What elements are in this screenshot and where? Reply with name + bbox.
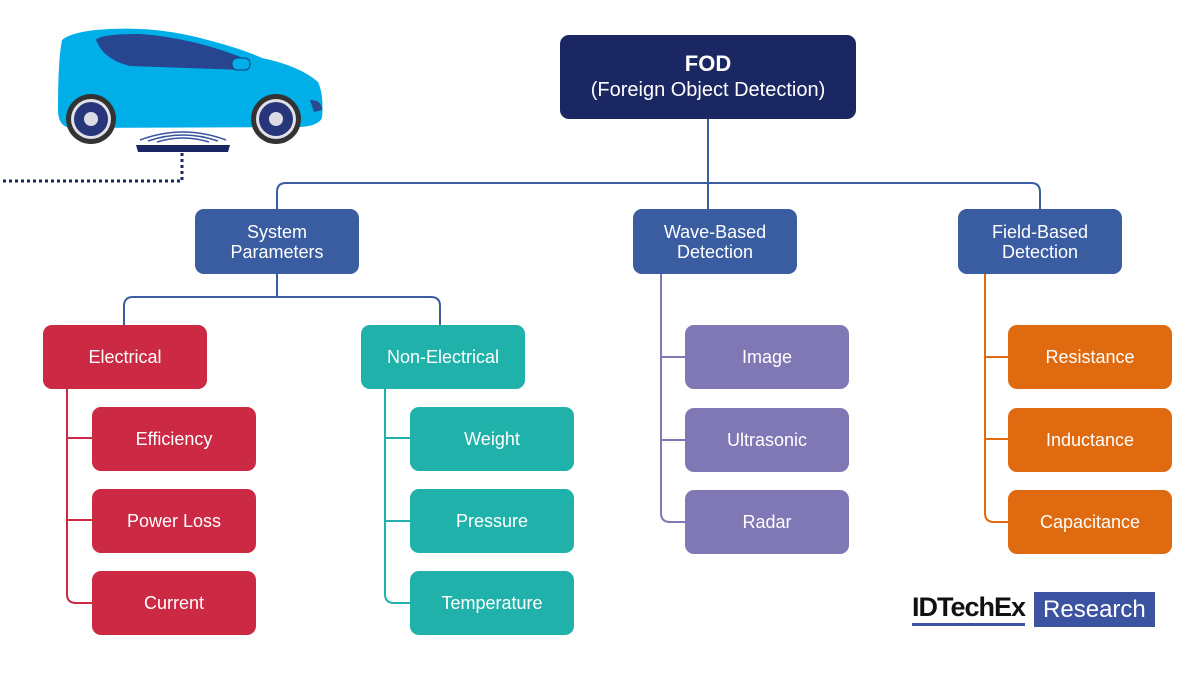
subgroup-non-electrical: Non-Electrical xyxy=(361,325,525,389)
leaf-pressure: Pressure xyxy=(410,489,574,553)
root-node-fod: FOD (Foreign Object Detection) xyxy=(560,35,856,119)
leaf-label: Resistance xyxy=(1045,346,1135,367)
leaf-label: Efficiency xyxy=(135,428,213,449)
idtechex-logo: IDTechEx Research xyxy=(912,592,1155,628)
category-bus xyxy=(276,182,1041,209)
leaf-inductance: Inductance xyxy=(1008,408,1172,472)
category-label-line1: Wave-Based xyxy=(663,221,767,242)
category-label-line1: Field-Based xyxy=(991,221,1089,242)
leaf-label: Radar xyxy=(742,511,792,532)
field-connector xyxy=(984,274,1008,523)
subgroup-label: Non-Electrical xyxy=(386,346,500,367)
wave-connector xyxy=(660,274,685,523)
leaf-label: Current xyxy=(143,592,205,613)
category-label-line2: Detection xyxy=(1001,241,1079,262)
category-label-line1: System xyxy=(246,221,307,242)
leaf-ultrasonic: Ultrasonic xyxy=(685,408,849,472)
leaf-label: Inductance xyxy=(1045,429,1135,450)
logo-tag: Research xyxy=(1034,592,1155,627)
logo-brand: IDTechEx xyxy=(912,592,1026,626)
leaf-label: Capacitance xyxy=(1039,511,1141,532)
non-electrical-connector xyxy=(384,389,410,604)
leaf-label: Pressure xyxy=(455,510,529,531)
leaf-label: Weight xyxy=(464,428,520,449)
leaf-efficiency: Efficiency xyxy=(92,407,256,471)
leaf-capacitance: Capacitance xyxy=(1008,490,1172,554)
subgroup-label: Electrical xyxy=(88,346,162,367)
leaf-temperature: Temperature xyxy=(410,571,574,635)
subgroup-electrical: Electrical xyxy=(43,325,207,389)
leaf-label: Ultrasonic xyxy=(726,429,808,450)
leaf-power-loss: Power Loss xyxy=(92,489,256,553)
leaf-radar: Radar xyxy=(685,490,849,554)
leaf-resistance: Resistance xyxy=(1008,325,1172,389)
category-field-based-detection: Field-Based Detection xyxy=(958,209,1122,274)
category-wave-based-detection: Wave-Based Detection xyxy=(633,209,797,274)
leaf-label: Image xyxy=(741,346,793,367)
root-subtitle: (Foreign Object Detection) xyxy=(590,79,826,101)
system-sub-bus xyxy=(123,274,441,325)
electrical-connector xyxy=(66,389,92,604)
category-label-line2: Detection xyxy=(676,241,754,262)
root-title: FOD xyxy=(684,51,732,76)
category-label-line2: Parameters xyxy=(230,241,324,262)
leaf-label: Temperature xyxy=(441,592,543,613)
category-system-parameters: System Parameters xyxy=(195,209,359,274)
leaf-image: Image xyxy=(685,325,849,389)
leaf-label: Power Loss xyxy=(126,510,222,531)
leaf-weight: Weight xyxy=(410,407,574,471)
leaf-current: Current xyxy=(92,571,256,635)
